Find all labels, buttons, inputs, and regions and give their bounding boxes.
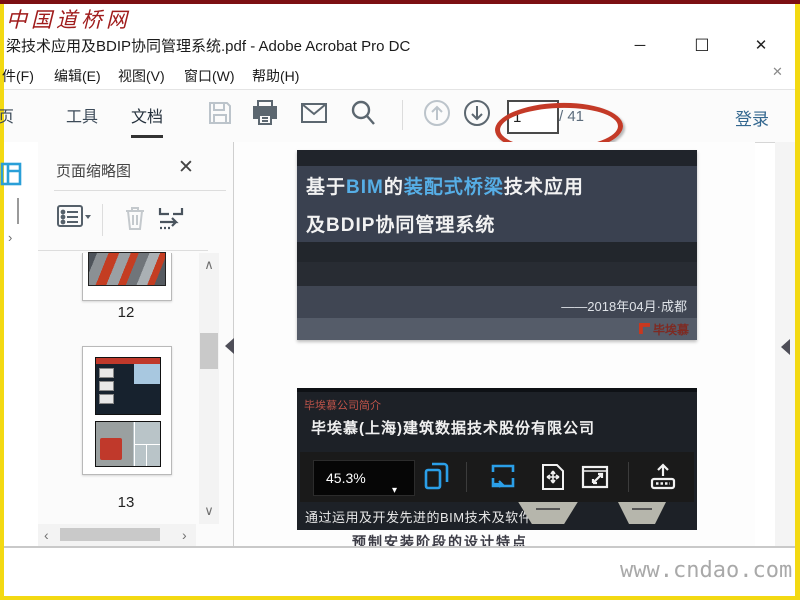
print-icon[interactable] (250, 98, 280, 128)
title-seg-bim: BIM (346, 177, 384, 198)
company-logo: 毕埃慕 (638, 321, 689, 338)
slide1-footer-band: 毕埃慕 (297, 318, 697, 340)
frame-right-bar (795, 4, 800, 600)
tab-document[interactable]: 文档 (131, 103, 164, 138)
panel-divider (54, 190, 226, 191)
page-13-preview-photos (95, 421, 161, 467)
split-pages-icon[interactable] (156, 204, 186, 234)
thumbnail-page-12[interactable] (82, 252, 172, 301)
panel-collapse-handle-icon[interactable] (225, 338, 234, 354)
nav-strip-divider (17, 198, 19, 224)
share-upload-icon[interactable] (648, 462, 678, 492)
window-title: 梁技术应用及BDIP协同管理系统.pdf - Adobe Acrobat Pro… (6, 38, 411, 55)
slide1-date: ——2018年04月·成都 (561, 299, 687, 314)
slide1-band-dark2 (297, 262, 697, 286)
title-line-2: 及BDIP协同管理系统 (306, 215, 496, 236)
menu-window[interactable]: 窗口(W) (184, 66, 235, 86)
copy-pages-icon[interactable] (422, 462, 452, 492)
previous-page-icon[interactable] (422, 98, 452, 128)
fullscreen-icon[interactable] (580, 462, 610, 492)
slide2-section-label: 毕埃慕公司简介 (304, 400, 381, 412)
page-13-preview-diagram (95, 357, 161, 415)
pdf-page-1: 基于BIM的装配式桥梁技术应用 及BDIP协同管理系统 ——2018年04月·成… (297, 150, 697, 340)
title-seg-3: 的 (383, 177, 404, 198)
hud-divider (628, 462, 629, 492)
thumbnail-list-divider (38, 250, 208, 251)
frame-bottom-bar (0, 596, 800, 600)
scroll-down-icon[interactable]: ∨ (199, 503, 219, 519)
watermark-top-left: 中国道桥网 (6, 8, 131, 32)
slide2-body-text: 通过运用及开发先进的BIM技术及软件系统 (305, 510, 560, 525)
slide2-diagram-trapezoid (617, 500, 667, 524)
page-13-label: 13 (117, 494, 135, 511)
page-12-preview-image (88, 252, 166, 286)
logo-mark-icon (638, 323, 650, 334)
maximize-button[interactable]: ☐ (689, 36, 715, 56)
panel-scrollbar-thumb[interactable] (200, 333, 218, 369)
toolbar-divider (402, 100, 403, 130)
panel-title: 页面缩略图 (56, 163, 132, 180)
menu-edit[interactable]: 编辑(E) (54, 66, 101, 86)
slide2-company-name: 毕埃慕(上海)建筑数据技术股份有限公司 (311, 420, 595, 437)
title-seg-1: 基于 (306, 177, 347, 198)
menu-file[interactable]: 件(F) (2, 66, 34, 86)
slide1-date-band: ——2018年04月·成都 (297, 286, 697, 318)
slide1-band-dark1 (297, 242, 697, 262)
delete-pages-icon[interactable] (122, 204, 148, 232)
page-thumbnails-panel: 页面缩略图 ✕ 12 13 ∧ ∨ ‹ › (38, 142, 234, 546)
sign-in-button[interactable]: 登录 (735, 105, 769, 130)
slide1-band-top (297, 150, 697, 166)
hud-divider (466, 462, 467, 492)
panel-horizontal-scrollbar[interactable]: ‹ › (38, 524, 196, 546)
thumbnail-options-icon[interactable] (56, 204, 92, 230)
slide1-title-band: 基于BIM的装配式桥梁技术应用 及BDIP协同管理系统 (297, 166, 697, 242)
tools-pane-collapse-handle-icon[interactable] (781, 339, 790, 355)
logo-text: 毕埃慕 (652, 323, 689, 337)
menubar-close-icon[interactable]: ✕ (772, 64, 783, 80)
scroll-left-icon[interactable]: ‹ (44, 527, 49, 543)
menu-help[interactable]: 帮助(H) (252, 66, 299, 86)
pdf-page-2: 毕埃慕公司简介 毕埃慕(上海)建筑数据技术股份有限公司 通过运用及开发先进的BI… (297, 388, 697, 530)
email-icon[interactable] (299, 98, 329, 128)
fit-page-icon[interactable] (538, 462, 568, 492)
page-12-label: 12 (117, 304, 135, 321)
menu-view[interactable]: 视图(V) (118, 66, 165, 86)
menu-bar: 件(F) 编辑(E) 视图(V) 窗口(W) 帮助(H) ✕ (2, 60, 795, 90)
floating-page-controls: 45.3% ▾ (300, 452, 694, 502)
next-page-icon[interactable] (462, 98, 492, 128)
minimize-button[interactable]: ─ (627, 36, 653, 56)
zoom-level-dropdown[interactable]: 45.3% ▾ (313, 460, 415, 496)
tab-tools[interactable]: 工具 (66, 103, 98, 127)
page-thumbnails-panel-icon[interactable] (0, 162, 22, 186)
save-icon[interactable] (205, 98, 235, 128)
panel-toolbar-divider (102, 204, 103, 236)
watermark-bottom-right: www.cndao.com (620, 558, 793, 583)
search-icon[interactable] (348, 98, 378, 128)
panel-hscrollbar-thumb[interactable] (60, 528, 160, 541)
fit-width-icon[interactable] (488, 462, 518, 492)
thumbnail-page-13[interactable] (82, 346, 172, 475)
nav-strip-chevron-icon[interactable]: › (8, 230, 12, 245)
panel-vertical-scrollbar[interactable]: ∧ ∨ (199, 253, 219, 524)
tab-home[interactable]: 页 (0, 103, 14, 127)
document-viewport[interactable]: 基于BIM的装配式桥梁技术应用 及BDIP协同管理系统 ——2018年04月·成… (234, 142, 755, 546)
title-seg-bridge: 装配式桥梁 (403, 177, 504, 198)
nav-pane-strip: › (0, 142, 39, 546)
window-bottom-edge (4, 546, 795, 548)
clipped-text-fragment: 预制安装阶段的设计特点 (352, 534, 528, 546)
zoom-level-value: 45.3% (326, 470, 366, 486)
slide2-top-edge (297, 388, 697, 392)
panel-close-icon[interactable]: ✕ (178, 156, 194, 179)
main-toolbar: 页 工具 文档 / 41 登录 (0, 90, 795, 143)
scroll-up-icon[interactable]: ∧ (199, 257, 219, 273)
title-seg-5: 技术应用 (503, 177, 584, 198)
close-button[interactable]: ✕ (748, 36, 774, 56)
caret-down-icon: ▾ (392, 485, 398, 496)
scroll-right-icon[interactable]: › (182, 527, 187, 543)
